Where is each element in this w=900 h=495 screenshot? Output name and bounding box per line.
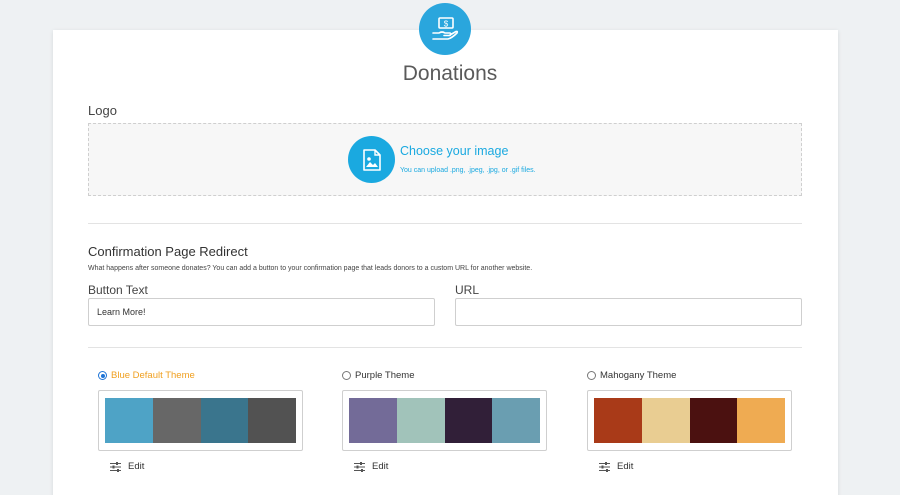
color-swatch — [689, 398, 738, 443]
color-swatch — [641, 398, 690, 443]
section-divider — [88, 223, 802, 224]
redirect-section-title: Confirmation Page Redirect — [88, 244, 248, 259]
color-swatch — [444, 398, 493, 443]
logo-upload-dropzone[interactable]: Choose your image You can upload .png, .… — [88, 123, 802, 196]
redirect-description: What happens after someone donates? You … — [88, 265, 533, 272]
radio-button[interactable] — [587, 371, 596, 380]
button-text-input[interactable] — [88, 298, 435, 326]
theme-swatch-preview[interactable] — [342, 390, 547, 451]
color-swatch — [737, 398, 785, 443]
theme-radio-blue[interactable]: Blue Default Theme — [98, 369, 308, 382]
page-title: Donations — [402, 62, 498, 85]
theme-option-purple: Purple Theme Edit — [342, 369, 552, 472]
url-label: URL — [455, 283, 480, 297]
upload-title[interactable]: Choose your image — [400, 144, 508, 158]
theme-option-blue: Blue Default Theme Edit — [98, 369, 308, 472]
sliders-icon — [599, 461, 610, 472]
color-swatch — [105, 398, 153, 443]
sliders-icon — [110, 461, 121, 472]
url-input[interactable] — [455, 298, 802, 326]
theme-name[interactable]: Blue Default Theme — [111, 370, 195, 381]
color-swatch — [200, 398, 249, 443]
edit-theme-button[interactable]: Edit — [599, 461, 797, 472]
logo-label: Logo — [88, 103, 117, 118]
theme-option-mahogany: Mahogany Theme Edit — [587, 369, 797, 472]
color-swatch — [152, 398, 201, 443]
edit-label[interactable]: Edit — [128, 461, 144, 472]
upload-hint: You can upload .png, .jpeg, .jpg, or .gi… — [400, 167, 536, 174]
theme-radio-mahogany[interactable]: Mahogany Theme — [587, 369, 797, 382]
edit-theme-button[interactable]: Edit — [110, 461, 308, 472]
color-swatch — [594, 398, 642, 443]
image-upload-icon[interactable] — [348, 136, 395, 183]
radio-button[interactable] — [342, 371, 351, 380]
donation-hand-icon: $ — [419, 3, 471, 55]
section-divider — [88, 347, 802, 348]
sliders-icon — [354, 461, 365, 472]
theme-name[interactable]: Purple Theme — [355, 370, 415, 381]
radio-button[interactable] — [98, 371, 107, 380]
color-swatch — [492, 398, 540, 443]
button-text-label: Button Text — [88, 283, 148, 297]
edit-theme-button[interactable]: Edit — [354, 461, 552, 472]
theme-swatch-preview[interactable] — [587, 390, 792, 451]
edit-label[interactable]: Edit — [372, 461, 388, 472]
theme-radio-purple[interactable]: Purple Theme — [342, 369, 552, 382]
color-swatch — [349, 398, 397, 443]
svg-text:$: $ — [444, 20, 449, 29]
edit-label[interactable]: Edit — [617, 461, 633, 472]
theme-swatch-preview[interactable] — [98, 390, 303, 451]
theme-name[interactable]: Mahogany Theme — [600, 370, 676, 381]
color-swatch — [248, 398, 296, 443]
color-swatch — [396, 398, 445, 443]
